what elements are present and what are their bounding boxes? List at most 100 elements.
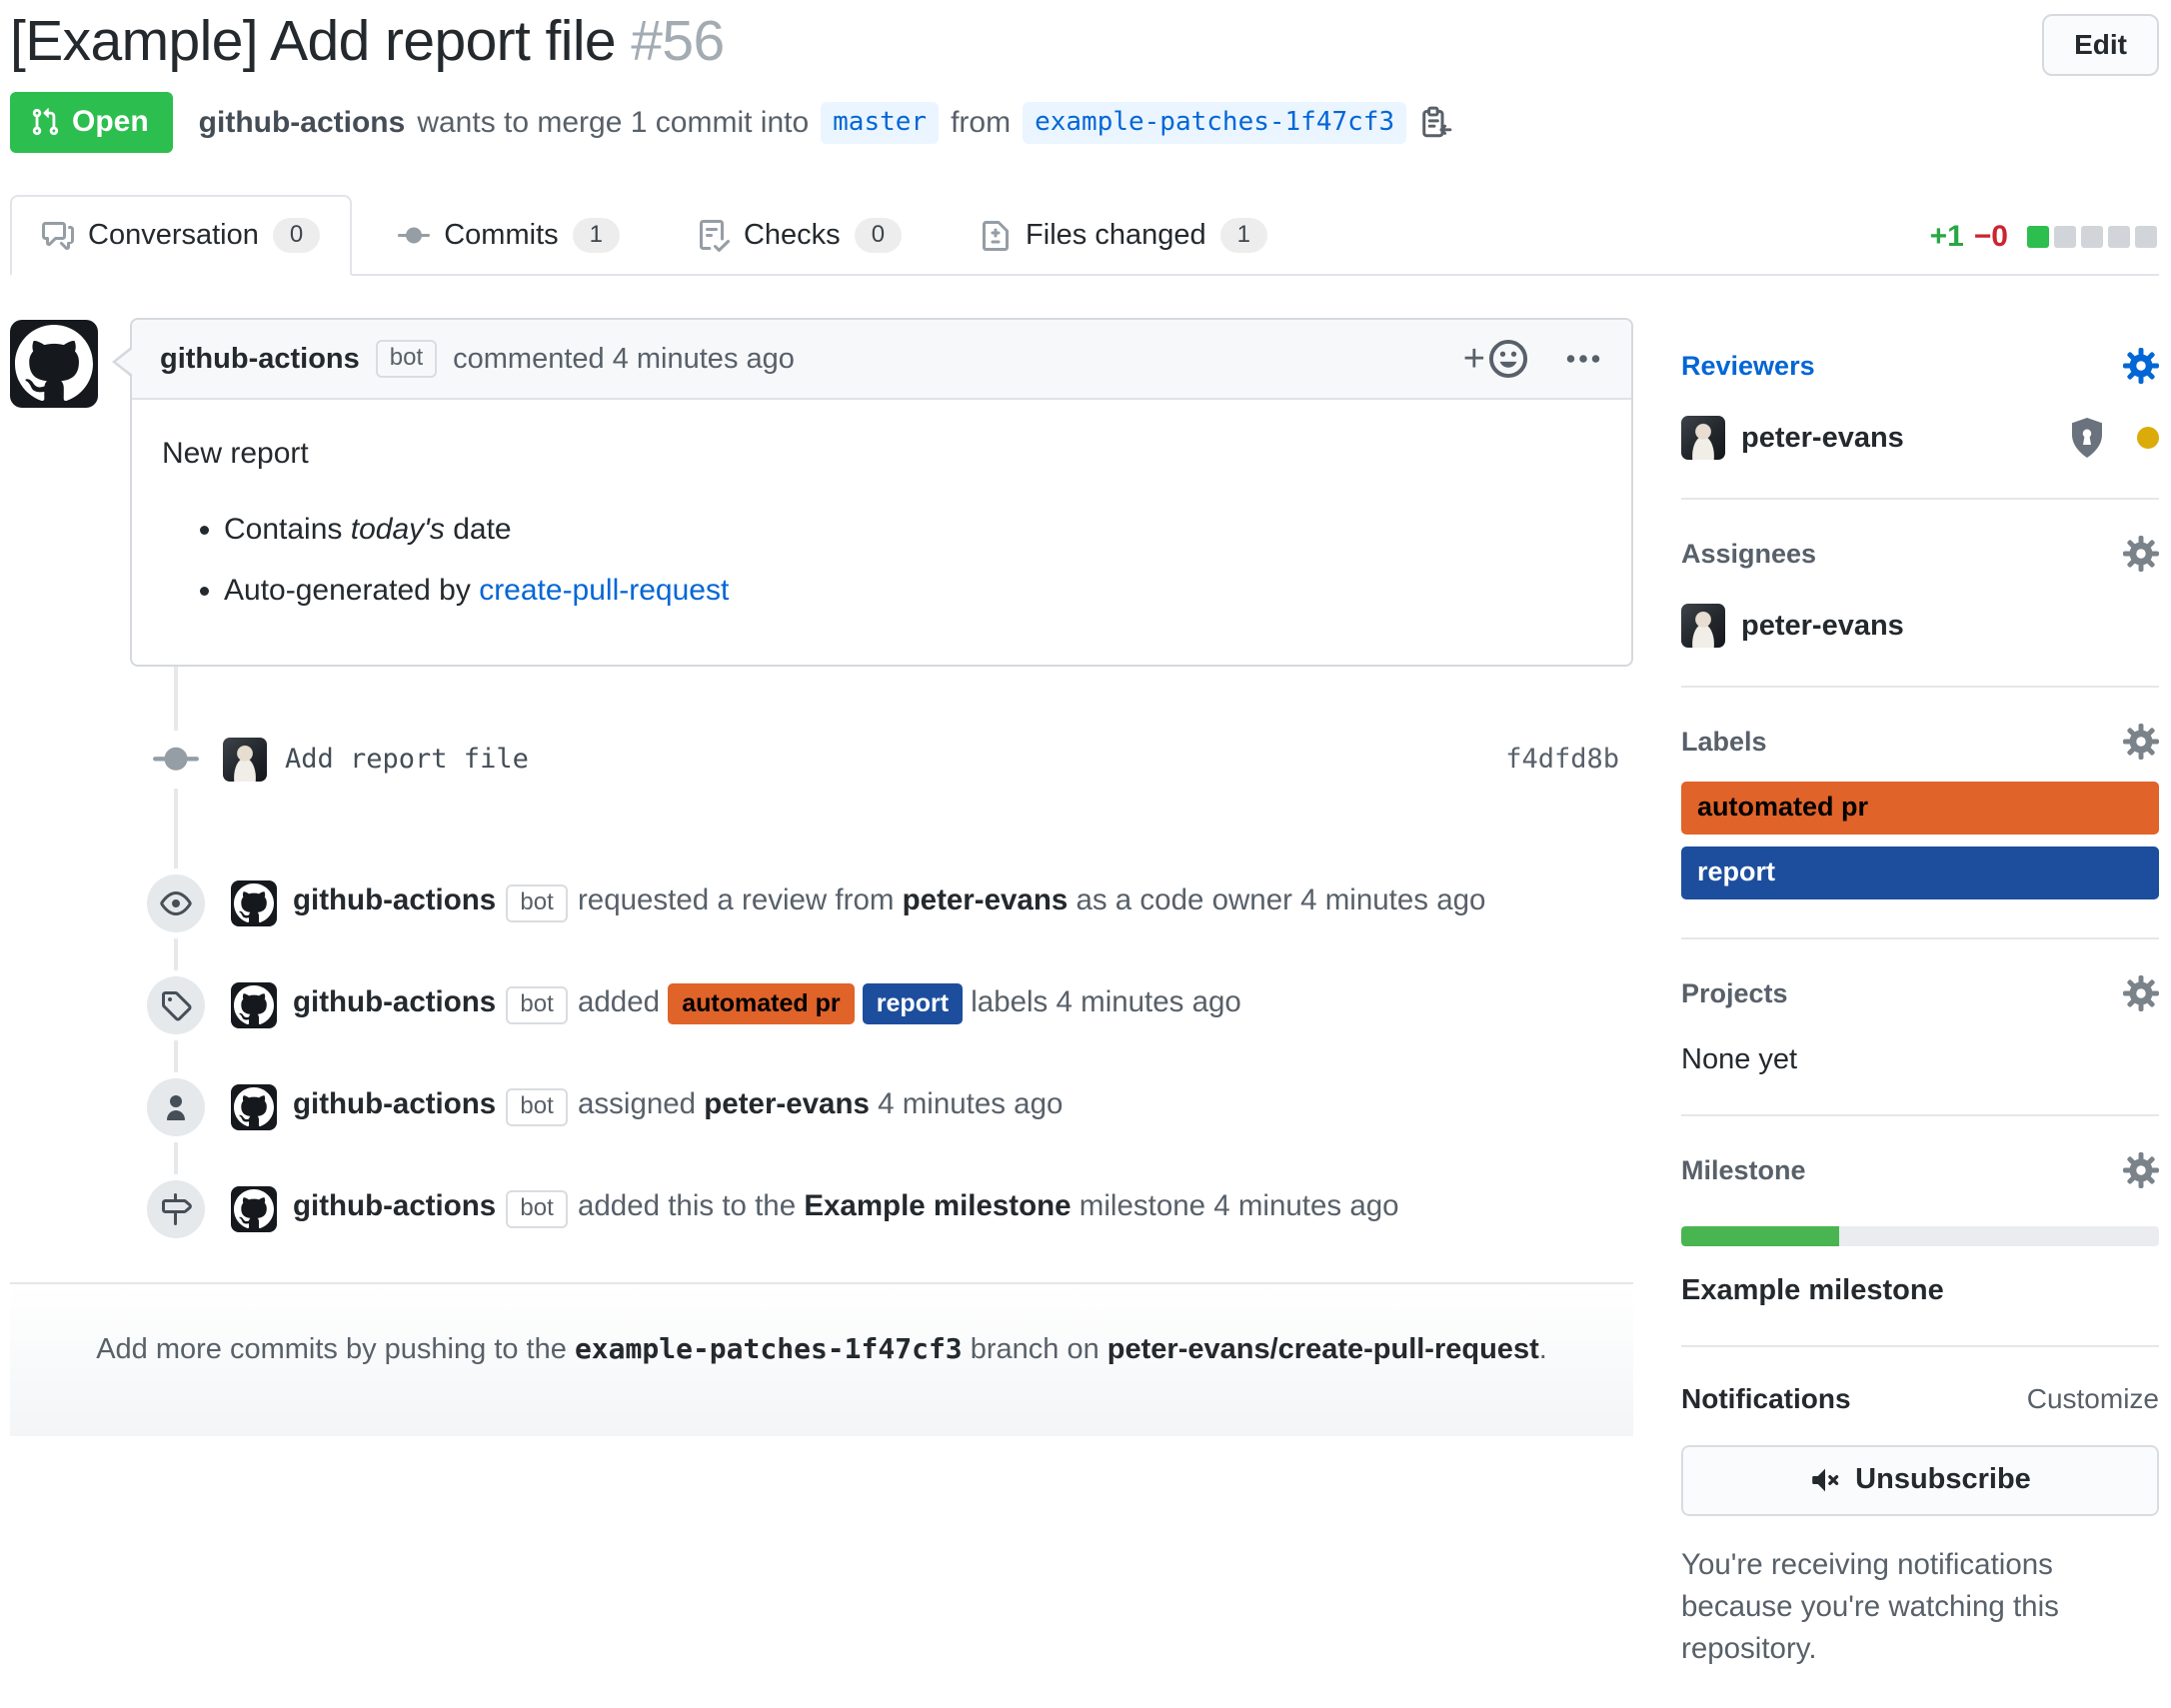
avatar[interactable] xyxy=(10,320,98,408)
bullet-text: Auto-generated by xyxy=(224,574,471,607)
label-automated-pr[interactable]: automated pr xyxy=(668,983,854,1024)
event-actor[interactable]: github-actions xyxy=(293,883,496,916)
kebab-menu-button[interactable] xyxy=(1563,339,1603,379)
file-diff-icon xyxy=(980,220,1012,252)
event-actor[interactable]: github-actions xyxy=(293,1087,496,1120)
sidebar-section-notifications: Notifications Customize Unsubscribe You'… xyxy=(1681,1347,2159,1708)
comment-bullet: Auto-generated by create-pull-request xyxy=(224,569,1601,613)
diffstat-deletions: −0 xyxy=(1974,220,2008,254)
pull-request-page: [Example] Add report file #56 Edit Open … xyxy=(0,0,2171,1708)
edit-button[interactable]: Edit xyxy=(2042,14,2159,76)
event-phrase: added xyxy=(578,985,660,1018)
event-phrase: milestone xyxy=(1080,1189,1205,1222)
event-actor[interactable]: github-actions xyxy=(293,1189,496,1222)
comment-box: github-actions bot commented 4 minutes a… xyxy=(130,318,1633,667)
event-actor[interactable]: github-actions xyxy=(293,985,496,1018)
unsubscribe-label: Unsubscribe xyxy=(1855,1463,2031,1496)
milestone-heading: Milestone xyxy=(1681,1155,1806,1186)
milestone-gear-button[interactable] xyxy=(2123,1152,2159,1188)
shield-lock-icon xyxy=(2067,418,2107,458)
tab-label: Conversation xyxy=(88,219,259,252)
diffstat[interactable]: +1 −0 xyxy=(1930,220,2157,254)
merge-sentence: github-actions wants to merge 1 commit i… xyxy=(199,102,1452,144)
labels-gear-button[interactable] xyxy=(2123,724,2159,760)
event-subject[interactable]: Example milestone xyxy=(804,1189,1071,1222)
event-phrase: labels xyxy=(971,985,1048,1018)
pr-number: #56 xyxy=(631,9,724,73)
comment-action-text[interactable]: commented 4 minutes ago xyxy=(453,343,795,376)
event-time[interactable]: 4 minutes ago xyxy=(1300,883,1485,916)
comment-author[interactable]: github-actions xyxy=(160,343,360,376)
gear-icon xyxy=(2123,1152,2159,1188)
avatar[interactable] xyxy=(231,982,277,1028)
avatar[interactable] xyxy=(231,1084,277,1130)
unsubscribe-button[interactable]: Unsubscribe xyxy=(1681,1445,2159,1516)
tab-conversation[interactable]: Conversation 0 xyxy=(10,195,352,276)
customize-link[interactable]: Customize xyxy=(2027,1383,2159,1415)
reviewers-gear-button[interactable] xyxy=(2123,348,2159,384)
plus-icon: + xyxy=(1463,340,1485,378)
branch-name: example-patches-1f47cf3 xyxy=(575,1332,963,1365)
tab-count: 1 xyxy=(573,218,620,253)
pr-title-text: [Example] Add report file xyxy=(10,9,616,73)
kebab-horizontal-icon xyxy=(1563,339,1603,379)
git-pull-request-icon xyxy=(30,107,60,137)
copy-branch-button[interactable] xyxy=(1418,106,1452,140)
git-commit-icon xyxy=(398,220,430,252)
tab-count: 0 xyxy=(273,218,320,253)
event-phrase: assigned xyxy=(578,1087,696,1120)
commit-sha[interactable]: f4dfd8b xyxy=(1505,744,1633,775)
event-text: github-actions bot requested a review fr… xyxy=(293,883,1485,921)
milestone-heading-row: Milestone xyxy=(1681,1152,2159,1188)
from-word: from xyxy=(951,106,1011,140)
event-time[interactable]: 4 minutes ago xyxy=(1213,1189,1398,1222)
tab-files-changed[interactable]: Files changed 1 xyxy=(948,195,1299,276)
bullet-text: Contains xyxy=(224,513,342,546)
bot-badge: bot xyxy=(506,1088,567,1125)
event-subject[interactable]: peter-evans xyxy=(704,1087,870,1120)
commit-message[interactable]: Add report file xyxy=(285,744,529,775)
page-title: [Example] Add report file #56 xyxy=(10,8,2019,74)
state-badge: Open xyxy=(10,92,173,153)
reviewer-row[interactable]: peter-evans xyxy=(1681,416,2159,460)
projects-gear-button[interactable] xyxy=(2123,975,2159,1011)
label-report[interactable]: report xyxy=(1681,847,2159,899)
notifications-heading-row: Notifications Customize xyxy=(1681,1383,2159,1415)
assignee-row[interactable]: peter-evans xyxy=(1681,604,2159,648)
pr-author[interactable]: github-actions xyxy=(199,106,406,140)
projects-heading-row: Projects xyxy=(1681,975,2159,1011)
add-reaction-button[interactable]: + xyxy=(1463,338,1529,380)
reviewers-heading[interactable]: Reviewers xyxy=(1681,351,1815,382)
avatar xyxy=(1681,604,1725,648)
comment-thread: github-actions bot commented 4 minutes a… xyxy=(10,318,1633,667)
label-report[interactable]: report xyxy=(863,983,963,1024)
label-automated-pr[interactable]: automated pr xyxy=(1681,782,2159,835)
merge-footer-text: Add more commits by pushing to the xyxy=(96,1333,567,1365)
avatar[interactable] xyxy=(223,738,267,782)
event-subject[interactable]: peter-evans xyxy=(903,883,1069,916)
avatar[interactable] xyxy=(231,880,277,926)
event-phrase: requested a review from xyxy=(578,883,894,916)
head-ref: example-patches-1f47cf3 xyxy=(1023,102,1406,144)
github-octocat-icon xyxy=(234,883,274,923)
comment-actions: + xyxy=(1463,338,1603,380)
tab-count: 1 xyxy=(1220,218,1267,253)
event-time[interactable]: 4 minutes ago xyxy=(878,1087,1063,1120)
event-text: github-actions bot assigned peter-evans … xyxy=(293,1087,1063,1125)
event-time[interactable]: 4 minutes ago xyxy=(1057,985,1241,1018)
event-text: github-actions bot added this to the Exa… xyxy=(293,1189,1399,1227)
comment-bullet-list: Contains today's date Auto-generated by … xyxy=(162,508,1601,613)
labels-list: automated pr report xyxy=(1681,782,2159,899)
assignees-gear-button[interactable] xyxy=(2123,536,2159,572)
event-phrase: added this to the xyxy=(578,1189,796,1222)
timeline-event-milestone: github-actions bot added this to the Exa… xyxy=(10,1180,1633,1238)
git-commit-icon xyxy=(153,737,199,783)
create-pull-request-link[interactable]: create-pull-request xyxy=(479,574,729,607)
labels-heading-row: Labels xyxy=(1681,724,2159,760)
event-phrase: as a code owner xyxy=(1076,883,1291,916)
tab-commits[interactable]: Commits 1 xyxy=(366,195,652,276)
milestone-link[interactable]: Example milestone xyxy=(1681,1274,1944,1307)
tab-checks[interactable]: Checks 0 xyxy=(666,195,934,276)
reviewer-badges xyxy=(2067,418,2159,458)
avatar[interactable] xyxy=(231,1186,277,1232)
